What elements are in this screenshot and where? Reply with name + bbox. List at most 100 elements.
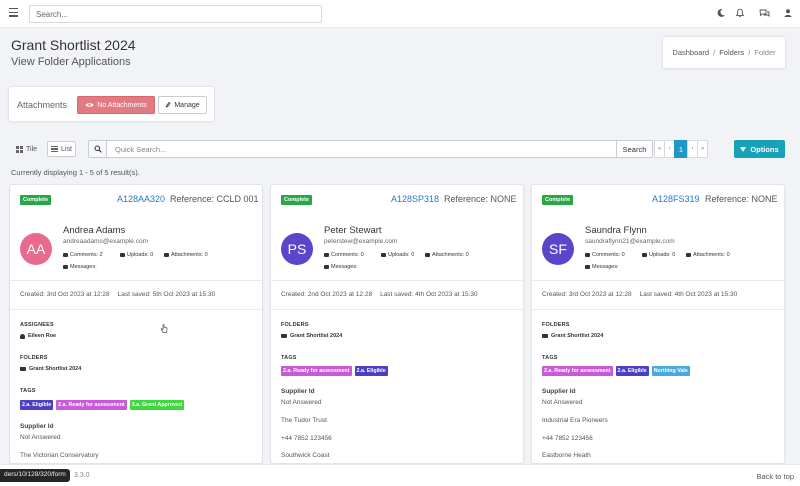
- status-badge: Complete: [281, 195, 313, 205]
- uploads-count: Uploads: 0: [120, 252, 153, 258]
- back-to-top-link[interactable]: Back to top: [756, 472, 794, 481]
- tag-list: 2.a. Eligible 2.a. Ready for assessment …: [20, 400, 185, 410]
- attachments-count-label: Attachments: 0: [432, 252, 469, 258]
- assignee-item: Eileen Roe: [20, 333, 56, 339]
- organisation-name: The Victorian Conservatory: [20, 452, 99, 459]
- applicant-name: Peter Stewart: [324, 225, 382, 236]
- application-card[interactable]: Complete A128SP318 Reference: NONE PS Pe…: [270, 184, 524, 464]
- bell-icon[interactable]: [734, 8, 746, 20]
- created-date: Created: 3rd Oct 2023 at 12:28: [542, 291, 632, 298]
- quick-search-button[interactable]: Search: [616, 141, 652, 157]
- top-navbar: Search...: [0, 0, 800, 28]
- attachments-count: Attachments: 0: [164, 252, 208, 258]
- application-id-link[interactable]: A128FS319: [652, 194, 700, 204]
- messages-count: Messages:: [324, 264, 358, 270]
- messages-label: Messages:: [70, 264, 97, 270]
- footer: ders/10/128/320/form 3.3.0 Back to top: [0, 464, 800, 486]
- avatar: SF: [542, 233, 574, 265]
- card-dates: Created: 3rd Oct 2023 at 12:28 Last saved…: [542, 291, 737, 298]
- folder-name: Grant Shortlist 2024: [29, 366, 82, 372]
- user-icon: [20, 333, 25, 339]
- supplier-id-value: Not Answered: [281, 399, 322, 406]
- assignee-name: Eileen Roe: [28, 333, 57, 339]
- filter-icon: [740, 146, 747, 152]
- avatar-initials: SF: [549, 241, 567, 257]
- paperclip-icon: [166, 102, 171, 108]
- breadcrumb-folders[interactable]: Folders: [719, 48, 744, 57]
- breadcrumb-separator: /: [748, 48, 751, 57]
- uploads-label: Uploads: 0: [649, 252, 676, 258]
- tags-heading: TAGS: [20, 388, 36, 394]
- file-icon: [381, 253, 386, 257]
- page-title: Grant Shortlist 2024: [11, 37, 136, 53]
- tag-badge: 2.a. Eligible: [20, 400, 54, 410]
- tag-list: 2.a. Ready for assessment 2.a. Eligible …: [542, 366, 690, 376]
- options-button[interactable]: Options: [734, 140, 785, 158]
- app-version: 3.3.0: [74, 472, 90, 479]
- chat-icon[interactable]: [758, 8, 770, 20]
- avatar: PS: [281, 233, 313, 265]
- divider: [532, 309, 784, 310]
- envelope-icon: [324, 265, 329, 269]
- grid-icon: [16, 145, 23, 153]
- messages-label: Messages:: [592, 264, 619, 270]
- pager-last[interactable]: »: [697, 140, 708, 158]
- divider: [532, 280, 784, 281]
- folder-item[interactable]: Grant Shortlist 2024: [281, 333, 342, 339]
- assignees-heading: ASSIGNEES: [20, 322, 54, 328]
- phone-number: +44 7852 123456: [281, 435, 332, 442]
- applicant-name: Andrea Adams: [63, 225, 126, 236]
- application-id-link[interactable]: A128SP318: [391, 194, 439, 204]
- attachments-card: Attachments No Attachments Manage: [8, 86, 215, 122]
- page-subtitle: View Folder Applications: [11, 56, 131, 68]
- quick-search-input[interactable]: Quick Search...: [107, 145, 616, 154]
- folder-icon: [542, 334, 548, 338]
- no-attachments-button[interactable]: No Attachments: [77, 96, 155, 114]
- application-reference: Reference: NONE: [444, 194, 517, 204]
- created-date: Created: 2nd Oct 2023 at 12:28: [281, 291, 373, 298]
- last-saved-date: Last saved: 5th Oct 2023 at 15:30: [117, 291, 216, 298]
- manage-label: Manage: [174, 101, 200, 109]
- status-url-tooltip: ders/10/128/320/form: [0, 469, 70, 482]
- tile-view-button[interactable]: Tile: [12, 141, 41, 157]
- comments-label: Comments: 0: [592, 252, 625, 258]
- uploads-label: Uploads: 0: [388, 252, 415, 258]
- supplier-id-value: Not Answered: [20, 434, 61, 441]
- hamburger-icon[interactable]: [9, 8, 18, 18]
- breadcrumb-separator: /: [713, 48, 716, 57]
- messages-label: Messages:: [331, 264, 358, 270]
- comment-icon: [324, 253, 329, 257]
- user-icon[interactable]: [782, 8, 794, 20]
- divider: [10, 280, 262, 281]
- phone-number: +44 7852 123456: [542, 435, 593, 442]
- application-reference: Reference: NONE: [705, 194, 778, 204]
- application-card[interactable]: Complete A128FS319 Reference: NONE SF Sa…: [531, 184, 785, 464]
- breadcrumb-folder: Folder: [754, 48, 776, 57]
- card-dates: Created: 2nd Oct 2023 at 12:28 Last saved…: [281, 291, 478, 298]
- avatar-initials: PS: [287, 241, 307, 257]
- pager-page-1[interactable]: 1: [674, 140, 688, 158]
- manage-attachments-button[interactable]: Manage: [158, 96, 207, 114]
- application-id-link[interactable]: A128AA320: [117, 194, 165, 204]
- supplier-id-label: Supplier Id: [281, 388, 315, 395]
- moon-icon[interactable]: [715, 8, 727, 20]
- messages-count: Messages:: [63, 264, 97, 270]
- tag-badge: Northing Vale: [651, 366, 690, 376]
- status-badge: Complete: [20, 195, 52, 205]
- breadcrumb-dashboard[interactable]: Dashboard: [672, 48, 709, 57]
- application-card[interactable]: Complete A128AA320 Reference: CCLD 001 A…: [9, 184, 263, 464]
- supplier-id-label: Supplier Id: [542, 388, 576, 395]
- divider: [271, 280, 523, 281]
- global-search-input[interactable]: Search...: [29, 5, 322, 23]
- comments-count: Comments: 0: [585, 252, 625, 258]
- options-label: Options: [750, 144, 779, 154]
- attachments-count-label: Attachments: 0: [171, 252, 208, 258]
- folder-item[interactable]: Grant Shortlist 2024: [542, 333, 603, 339]
- address-line: Southwick Coast: [281, 452, 330, 459]
- eye-icon: [85, 103, 94, 107]
- file-icon: [642, 253, 647, 257]
- folder-item[interactable]: Grant Shortlist 2024: [20, 366, 81, 372]
- last-saved-date: Last saved: 4th Oct 2023 at 15:30: [639, 291, 738, 298]
- comments-count: Comments: 2: [63, 252, 103, 258]
- list-view-button[interactable]: List: [47, 141, 76, 157]
